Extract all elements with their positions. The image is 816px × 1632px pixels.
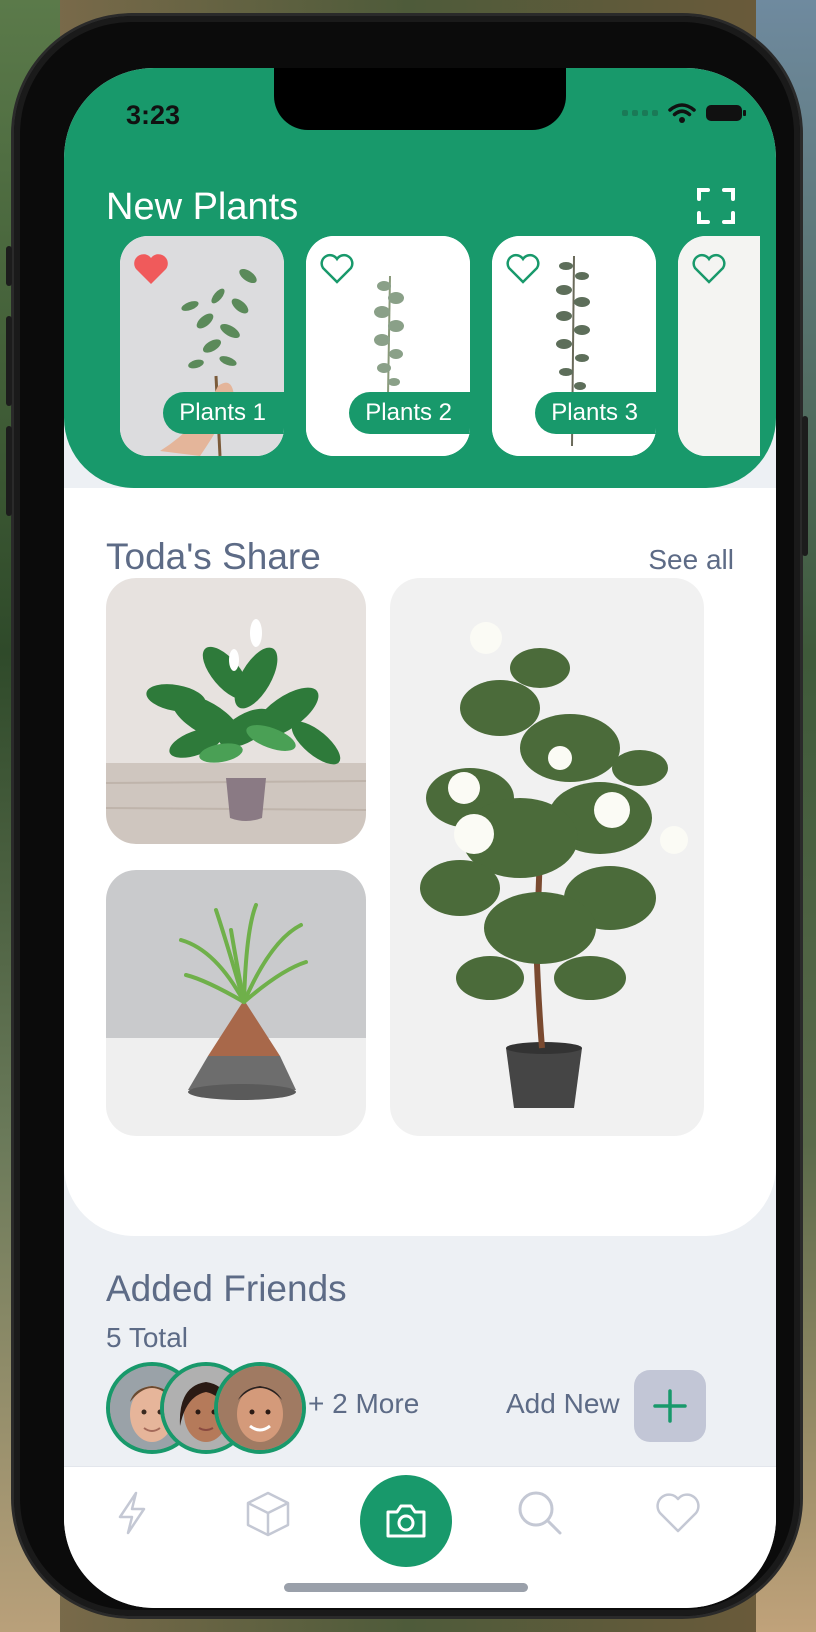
air-plant-image — [106, 870, 366, 1136]
plant-card-2[interactable]: Plants 2 — [306, 236, 470, 456]
signal-icon — [622, 110, 658, 116]
plus-icon — [653, 1389, 687, 1423]
peace-lily-image — [106, 578, 366, 844]
add-new-label[interactable]: Add New — [506, 1388, 620, 1420]
camera-button[interactable] — [360, 1475, 452, 1567]
avatar[interactable] — [214, 1362, 306, 1454]
more-friends-text[interactable]: + 2 More — [308, 1388, 419, 1420]
plant-label: Plants 3 — [535, 392, 656, 434]
todays-share-section: Toda's Share See all — [64, 488, 776, 1236]
share-card-air-plant[interactable] — [106, 870, 366, 1136]
home-indicator[interactable] — [284, 1583, 528, 1592]
heart-icon[interactable] — [132, 252, 170, 286]
page-title: New Plants — [106, 186, 299, 228]
plant-label: Plants 1 — [163, 392, 284, 434]
tab-bar — [64, 1466, 776, 1608]
device-notch — [274, 68, 566, 130]
volume-up-button — [6, 316, 12, 406]
heart-icon[interactable] — [652, 1487, 704, 1539]
add-friend-button[interactable] — [634, 1370, 706, 1442]
share-card-rose-bush[interactable] — [390, 578, 704, 1136]
rose-bush-image — [390, 578, 704, 1136]
app-screen: Toda's Share See all 3:23 New Plants Pla… — [64, 68, 776, 1608]
avatar-stack — [106, 1362, 306, 1454]
friends-title: Added Friends — [106, 1268, 347, 1309]
camera-icon — [386, 1504, 426, 1538]
wifi-icon — [668, 103, 696, 123]
section-title: Toda's Share — [106, 536, 321, 577]
mute-switch — [6, 246, 12, 286]
share-card-peace-lily[interactable] — [106, 578, 366, 844]
new-plants-carousel[interactable]: Plants 1 Plants 2 Plants 3 — [120, 236, 760, 456]
scan-frame-icon[interactable] — [696, 186, 736, 226]
plant-card-3[interactable]: Plants 3 — [492, 236, 656, 456]
power-button — [802, 416, 808, 556]
header: 3:23 New Plants Plants 1 Plants 2 Plants… — [64, 68, 776, 488]
status-time: 3:23 — [126, 100, 181, 130]
flash-icon[interactable] — [106, 1487, 158, 1539]
battery-icon — [706, 105, 746, 121]
device-frame: Toda's Share See all 3:23 New Plants Pla… — [6, 16, 808, 1616]
plant-label: Plants 2 — [349, 392, 470, 434]
status-icons — [622, 102, 746, 124]
plant-card-4[interactable] — [678, 236, 760, 456]
search-icon[interactable] — [514, 1487, 566, 1539]
friends-count: 5 Total — [106, 1322, 188, 1353]
plant-card-1[interactable]: Plants 1 — [120, 236, 284, 456]
heart-outline-icon[interactable] — [690, 252, 728, 286]
heart-outline-icon[interactable] — [318, 252, 356, 286]
see-all-link[interactable]: See all — [648, 544, 734, 576]
cube-icon[interactable] — [242, 1487, 294, 1539]
heart-outline-icon[interactable] — [504, 252, 542, 286]
volume-down-button — [6, 426, 12, 516]
